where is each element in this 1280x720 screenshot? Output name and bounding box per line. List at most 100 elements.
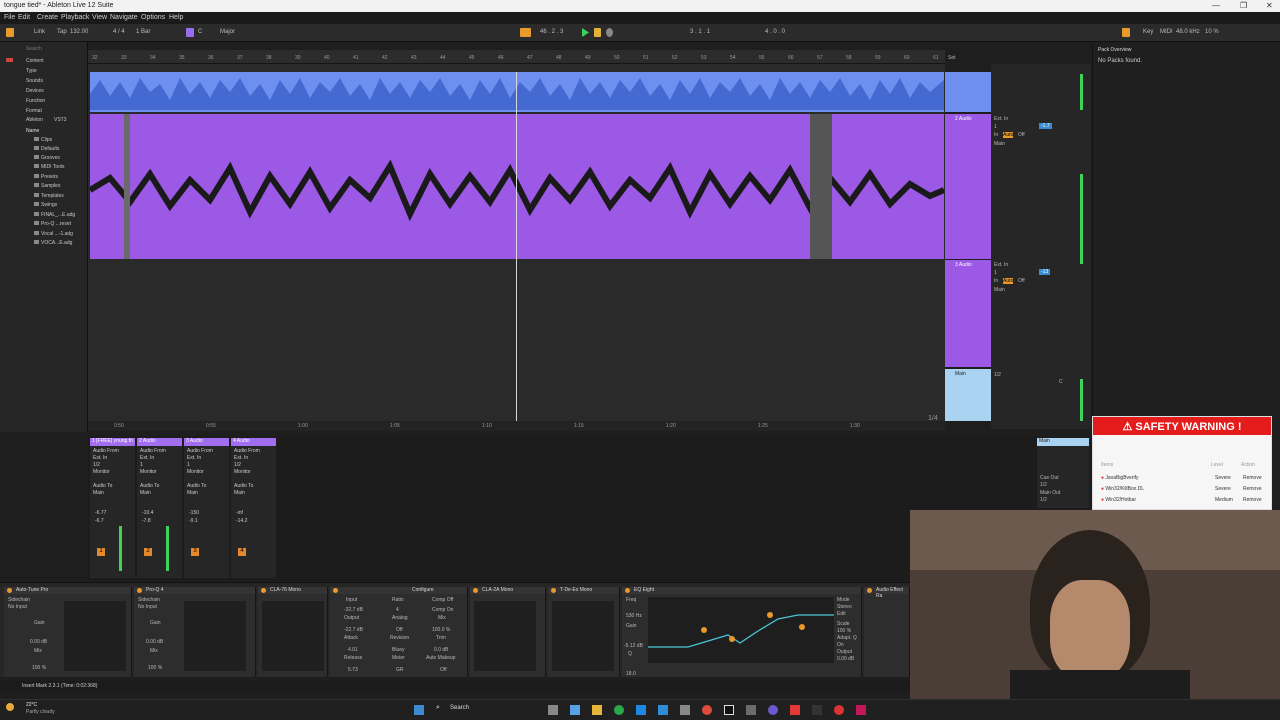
trim-value[interactable]: 0.0 dB (434, 647, 448, 653)
main-track-header[interactable]: Main (945, 369, 991, 421)
track-activator[interactable]: 4 (238, 548, 246, 556)
song-position[interactable]: 46 . 2 . 3 (540, 29, 563, 35)
track-header-3[interactable]: 3 Audio (945, 260, 991, 367)
output-type[interactable]: Main (994, 141, 1005, 147)
browser-item[interactable]: Pro-Q ...reset (34, 221, 71, 227)
browser-item[interactable]: Swings (34, 202, 57, 208)
input-type[interactable]: Ext. In (994, 116, 1008, 122)
app-icon[interactable] (856, 705, 866, 715)
device-power-icon[interactable] (473, 588, 478, 593)
input-channel[interactable]: 1 (994, 270, 997, 276)
audio-to-select[interactable]: Main (234, 490, 245, 496)
ratio-value[interactable]: 4 (396, 607, 399, 613)
edit-label[interactable]: Edit (837, 611, 846, 617)
browser-item[interactable]: Clips (34, 137, 52, 143)
attack-value[interactable]: 4.01 (348, 647, 358, 653)
browser-item[interactable]: Grooves (34, 155, 60, 161)
device-compressor[interactable]: Configure Input -32.7 dB Output -22.7 dB… (330, 587, 468, 677)
track-volume[interactable]: -1.7 (1039, 123, 1052, 129)
input-channel-select[interactable]: 1 (140, 462, 143, 468)
device-power-icon[interactable] (333, 588, 338, 593)
menu-playback[interactable]: Playback (61, 14, 89, 21)
quantize-menu[interactable]: 1 Bar (136, 29, 150, 35)
tap-button[interactable]: Tap (57, 29, 67, 35)
app-icon[interactable] (746, 705, 756, 715)
monitor-off[interactable]: Off (1018, 278, 1025, 284)
plugin-display[interactable] (474, 601, 536, 671)
browser-category[interactable]: Ableton (26, 117, 43, 123)
pencil-icon[interactable] (1122, 28, 1130, 37)
browser-category[interactable]: Content (26, 58, 44, 64)
freq-value[interactable]: 530 Hz (626, 613, 642, 619)
audio-clip-track2[interactable] (88, 114, 946, 259)
mixer-channel-2[interactable]: 2 Audio Audio From Ext. In 1 Monitor Aud… (137, 438, 182, 578)
device-power-icon[interactable] (7, 588, 12, 593)
plugin-display[interactable] (262, 601, 324, 671)
release-value[interactable]: 5.73 (348, 667, 358, 673)
device-power-icon[interactable] (867, 588, 872, 593)
input-type[interactable]: Ext. In (994, 262, 1008, 268)
menu-navigate[interactable]: Navigate (110, 14, 138, 21)
mix-value[interactable]: 100 % (32, 665, 46, 671)
mix-value[interactable]: 100.0 % (432, 627, 450, 633)
revision-value[interactable]: Bluey (392, 647, 405, 653)
link-button[interactable]: Link (34, 29, 45, 35)
app-icon[interactable] (636, 705, 646, 715)
key-map-button[interactable]: Key (1143, 29, 1153, 35)
track-activator[interactable]: 1 (97, 548, 105, 556)
volume-value[interactable]: -6.7 (95, 518, 104, 524)
task-view-icon[interactable] (548, 705, 558, 715)
taskbar-search[interactable]: Search (450, 705, 469, 711)
q-value[interactable]: 18.0 (626, 671, 636, 677)
audio-to-select[interactable]: Main (187, 490, 198, 496)
remove-button[interactable]: Remove (1243, 486, 1262, 492)
audio-clip-track1[interactable] (90, 72, 944, 112)
chrome-icon[interactable] (702, 705, 712, 715)
audio-from-select[interactable]: Ext. In (187, 455, 201, 461)
stop-icon[interactable] (594, 28, 601, 37)
device-audio-effect-rack[interactable]: Audio Effect Ra (864, 587, 910, 677)
scale-value[interactable]: 100 % (837, 628, 851, 634)
loop-start[interactable]: 3 . 1 . 1 (690, 29, 710, 35)
volume-value[interactable]: -14.2 (236, 518, 247, 524)
mixer-channel-1[interactable]: 1 [FREE] young th Audio From Ext. In 1/2… (90, 438, 135, 578)
app-icon[interactable] (570, 705, 580, 715)
browser-search[interactable]: Search (26, 46, 42, 52)
menu-options[interactable]: Options (141, 14, 165, 21)
sidechain-input[interactable]: No Input (8, 604, 27, 610)
input-channel[interactable]: 1 (994, 124, 997, 130)
key-select[interactable]: C (198, 29, 202, 35)
browser-category[interactable]: Function (26, 98, 45, 104)
eq-display[interactable] (648, 597, 834, 663)
plugin-display[interactable] (64, 601, 126, 671)
mix-value[interactable]: 100 % (148, 665, 162, 671)
loop-length[interactable]: 4 . 0 . 0 (765, 29, 785, 35)
app-icon[interactable] (658, 705, 668, 715)
browser-category[interactable]: Format (26, 108, 42, 114)
play-icon[interactable] (582, 28, 589, 37)
weather-icon[interactable] (6, 703, 14, 711)
auto-makeup-value[interactable]: Off (440, 667, 447, 673)
device-proq[interactable]: Pro-Q 4 Sidechain No Input Gain 0.00 dB … (134, 587, 256, 677)
browser-item[interactable]: Samples (34, 183, 60, 189)
comp-off-label[interactable]: Comp Off (432, 597, 453, 603)
remove-button[interactable]: Remove (1243, 475, 1262, 481)
monitor-auto[interactable]: Auto (1003, 132, 1014, 138)
input-channel-select[interactable]: 1/2 (93, 462, 100, 468)
audio-to-select[interactable]: Main (93, 490, 104, 496)
menu-help[interactable]: Help (169, 14, 183, 21)
device-cla76[interactable]: CLA-76 Mono (258, 587, 328, 677)
output-value[interactable]: -22.7 dB (344, 627, 363, 633)
gain-value[interactable]: 0.00 dB (30, 639, 47, 645)
volume-value[interactable]: -7.8 (142, 518, 151, 524)
main-out-select[interactable]: 1/2 (1040, 497, 1047, 503)
app-icon[interactable] (812, 705, 822, 715)
mode-select[interactable]: Stereo (837, 604, 852, 610)
safety-warning-popup[interactable]: ⚠ SAFETY WARNING ! Items Level Action ● … (1092, 416, 1272, 510)
playhead[interactable] (516, 72, 517, 424)
scale-toggle-icon[interactable] (186, 28, 194, 37)
pan-value[interactable]: C (1059, 379, 1063, 385)
remove-button[interactable]: Remove (1243, 497, 1262, 503)
gain-value[interactable]: -5.12 dB (624, 643, 643, 649)
menu-file[interactable]: File (4, 14, 15, 21)
